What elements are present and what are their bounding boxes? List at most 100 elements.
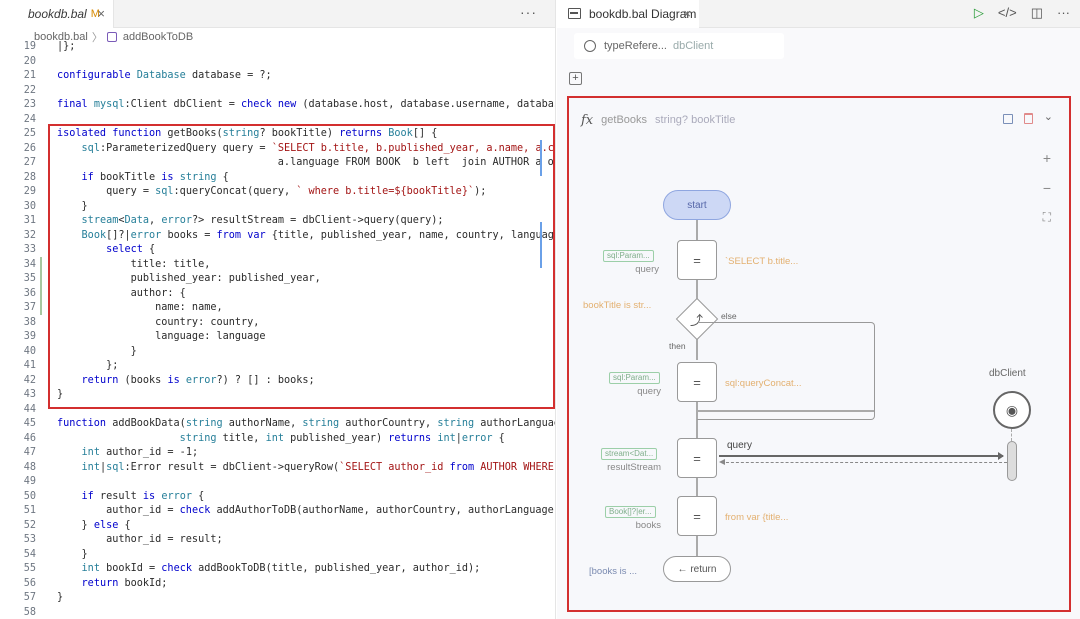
function-header: fx getBooks string? bookTitle xyxy=(581,110,735,130)
line-number: 48 xyxy=(23,461,36,473)
line-number: 24 xyxy=(23,113,36,125)
zoom-in-icon[interactable]: + xyxy=(1043,150,1051,166)
line-number: 36 xyxy=(23,287,36,299)
assignment-node-query-concat[interactable]: = xyxy=(677,362,717,402)
code-line[interactable]: 51 author_id = check addAuthorToDB(autho… xyxy=(0,504,555,519)
editor-tab-bookdb[interactable]: bookdb.bal M × xyxy=(0,0,114,28)
split-editor-icon[interactable]: ◫ xyxy=(1031,5,1043,21)
action-call-label: query xyxy=(727,440,753,451)
highlighted-function-region xyxy=(48,124,555,409)
line-number: 35 xyxy=(23,273,36,284)
variable-label: books xyxy=(635,520,661,531)
assignment-node-query[interactable]: = xyxy=(677,240,717,280)
line-number: 54 xyxy=(23,548,36,560)
line-number: 40 xyxy=(23,345,36,357)
more-actions-icon[interactable]: ··· xyxy=(520,4,537,20)
close-tab-icon[interactable]: × xyxy=(683,6,691,21)
code-line[interactable]: 52 } else { xyxy=(0,519,555,534)
run-icon[interactable]: ▷ xyxy=(974,5,984,21)
variable-label: query xyxy=(635,264,659,275)
line-number: 26 xyxy=(23,142,36,154)
diagram-tab[interactable]: bookdb.bal Diagram × xyxy=(557,0,699,28)
line-number: 20 xyxy=(23,55,36,67)
line-content: string title, int published_year) return… xyxy=(179,432,505,444)
delete-icon[interactable] xyxy=(1024,113,1033,124)
line-content: return bookId; xyxy=(81,577,168,589)
code-line[interactable]: 58 xyxy=(0,606,555,619)
type-reference-label: typeRefere... xyxy=(604,40,667,52)
show-source-icon[interactable]: </> xyxy=(998,5,1017,21)
start-node[interactable]: start xyxy=(663,190,731,220)
line-number: 27 xyxy=(23,157,36,168)
line-number: 31 xyxy=(23,215,36,226)
assignment-symbol: = xyxy=(693,508,701,524)
flow-connector xyxy=(696,536,698,556)
code-line[interactable]: 45 function addBookData(string authorName… xyxy=(0,417,555,432)
return-node[interactable]: ← return xyxy=(663,556,731,582)
line-number: 33 xyxy=(23,244,36,255)
line-content: } xyxy=(57,592,64,603)
line-number: 19 xyxy=(23,41,36,52)
assignment-node-books[interactable]: = xyxy=(677,496,717,536)
chevron-down-icon[interactable]: ⌄ xyxy=(1044,110,1053,123)
type-reference-card[interactable]: typeRefere... dbClient xyxy=(574,33,784,59)
code-line[interactable]: 49 xyxy=(0,475,555,490)
code-line[interactable]: 56 return bookId; xyxy=(0,577,555,592)
zoom-out-icon[interactable]: − xyxy=(1043,180,1051,196)
arrow-head-icon xyxy=(719,459,725,465)
arrow-head-icon xyxy=(998,452,1004,460)
code-line[interactable]: 47 int author_id = -1; xyxy=(0,446,555,461)
return-expression-label: [books is ... xyxy=(589,566,638,577)
line-content: |}; xyxy=(57,41,76,52)
diagram-actions: ▷ </> ◫ ··· xyxy=(974,5,1070,21)
action-response-arrow xyxy=(721,462,1007,463)
expression-label: sql:queryConcat... xyxy=(725,378,802,389)
line-number: 55 xyxy=(23,563,36,574)
flow-connector xyxy=(696,478,698,496)
line-content: int bookId = check addBookToDB(title, pu… xyxy=(81,563,481,574)
line-number: 50 xyxy=(23,490,36,502)
type-tag: Book[]?|er... xyxy=(605,506,656,518)
function-diagram-canvas[interactable]: fx getBooks string? bookTitle ⌄ + − ⛶ st… xyxy=(567,96,1071,612)
code-line[interactable]: 22 xyxy=(0,84,555,99)
edit-icon[interactable] xyxy=(1003,114,1013,124)
code-line[interactable]: 48 int|sql:Error result = dbClient->quer… xyxy=(0,461,555,476)
fit-to-screen-icon[interactable]: ⛶ xyxy=(1043,210,1051,225)
code-editor[interactable]: bookdb.bal M × ··· bookdb.bal 〉 addBookT… xyxy=(0,0,556,619)
line-number: 42 xyxy=(23,374,36,386)
action-request-arrow xyxy=(719,455,1003,457)
code-line[interactable]: 46 string title, int published_year) ret… xyxy=(0,432,555,447)
more-actions-icon[interactable]: ··· xyxy=(1057,5,1070,21)
diagram-view[interactable]: bookdb.bal Diagram × ▷ </> ◫ ··· typeRef… xyxy=(557,0,1080,619)
code-line[interactable]: 54 } xyxy=(0,548,555,563)
line-content: author_id = result; xyxy=(57,534,223,545)
line-number: 34 xyxy=(23,258,36,270)
diagram-icon xyxy=(568,8,581,19)
expression-label: from var {title... xyxy=(725,512,789,523)
code-line[interactable]: 57} xyxy=(0,591,555,606)
line-number: 37 xyxy=(23,302,36,313)
endpoint-dbclient[interactable]: ◉ xyxy=(993,391,1031,429)
add-component-button[interactable]: + xyxy=(569,72,582,85)
code-line[interactable]: 53 author_id = result; xyxy=(0,533,555,548)
type-reference-icon xyxy=(584,40,596,52)
line-number: 28 xyxy=(23,171,36,183)
gutter-change-marker xyxy=(40,257,42,315)
code-line[interactable]: 50 if result is error { xyxy=(0,490,555,505)
line-number: 23 xyxy=(23,99,36,110)
close-tab-icon[interactable]: × xyxy=(97,6,105,21)
code-line[interactable]: 21 configurable Database database = ?; xyxy=(0,69,555,84)
variable-label: query xyxy=(637,386,661,397)
code-line[interactable]: 23 final mysql:Client dbClient = check ne… xyxy=(0,98,555,113)
assignment-symbol: = xyxy=(693,374,701,390)
function-params: string? bookTitle xyxy=(655,114,736,126)
code-line[interactable]: 19 |}; xyxy=(0,40,555,55)
assignment-node-result-stream[interactable]: = xyxy=(677,438,717,478)
expression-label: `SELECT b.title... xyxy=(725,256,799,267)
line-content: int|sql:Error result = dbClient->queryRo… xyxy=(81,461,554,473)
code-line[interactable]: 20 xyxy=(0,55,555,70)
type-tag: sql:Param... xyxy=(603,250,654,262)
connector-icon: ◉ xyxy=(1005,401,1019,418)
endpoint-label: dbClient xyxy=(989,368,1026,379)
code-line[interactable]: 55 int bookId = check addBookToDB(title,… xyxy=(0,562,555,577)
